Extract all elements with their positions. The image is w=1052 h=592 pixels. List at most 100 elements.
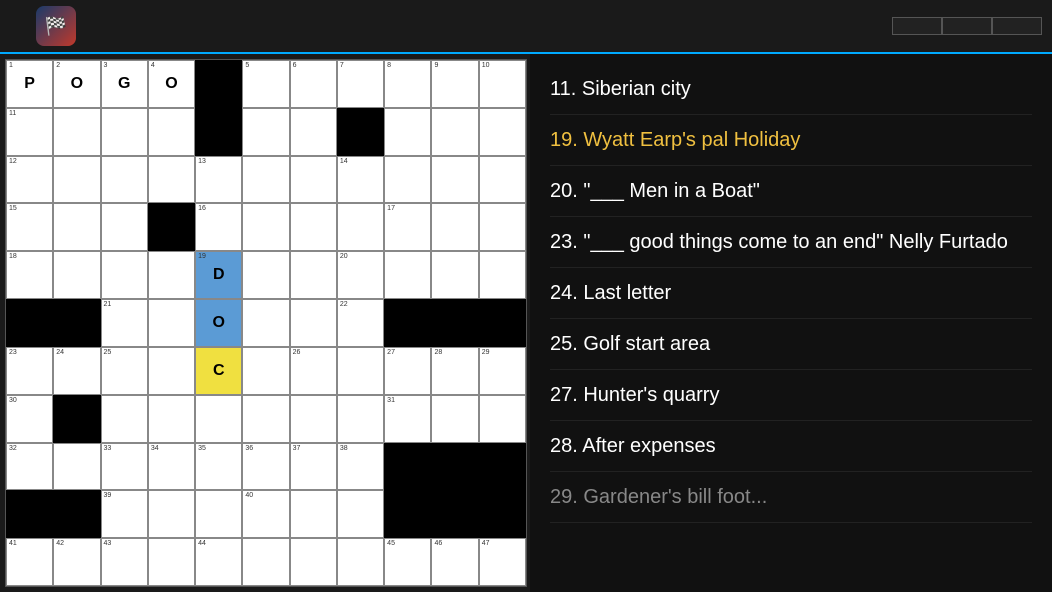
grid-cell-0-5[interactable]: 5 [242,60,289,108]
grid-cell-9-2[interactable]: 39 [101,490,148,538]
grid-cell-6-4[interactable]: C [195,347,242,395]
grid-cell-9-7[interactable] [337,490,384,538]
grid-cell-5-2[interactable]: 21 [101,299,148,347]
clue-item-19[interactable]: 19. Wyatt Earp's pal Holiday [550,115,1032,166]
grid-cell-3-0[interactable]: 15 [6,203,53,251]
crossword-grid[interactable]: 1P2O3G4O5678910111213141516171819D2021O2… [5,59,527,587]
grid-cell-3-2[interactable] [101,203,148,251]
grid-cell-9-5[interactable]: 40 [242,490,289,538]
grid-cell-2-10[interactable] [479,156,526,204]
grid-cell-10-5[interactable] [242,538,289,586]
grid-cell-0-10[interactable]: 10 [479,60,526,108]
grid-cell-8-0[interactable]: 32 [6,443,53,491]
grid-cell-10-8[interactable]: 45 [384,538,431,586]
grid-cell-10-3[interactable] [148,538,195,586]
grid-cell-10-4[interactable]: 44 [195,538,242,586]
grid-cell-0-2[interactable]: 3G [101,60,148,108]
grid-cell-5-3[interactable] [148,299,195,347]
grid-cell-6-10[interactable]: 29 [479,347,526,395]
clue-item-29[interactable]: 29. Gardener's bill foot... [550,472,1032,523]
grid-cell-3-10[interactable] [479,203,526,251]
grid-cell-4-6[interactable] [290,251,337,299]
grid-cell-7-3[interactable] [148,395,195,443]
grid-cell-0-9[interactable]: 9 [431,60,478,108]
grid-cell-3-9[interactable] [431,203,478,251]
grid-cell-8-5[interactable]: 36 [242,443,289,491]
grid-cell-6-6[interactable]: 26 [290,347,337,395]
grid-cell-4-10[interactable] [479,251,526,299]
grid-cell-1-6[interactable] [290,108,337,156]
grid-cell-6-7[interactable] [337,347,384,395]
grid-cell-4-1[interactable] [53,251,100,299]
grid-cell-8-1[interactable] [53,443,100,491]
grid-cell-8-3[interactable]: 34 [148,443,195,491]
grid-cell-1-0[interactable]: 11 [6,108,53,156]
grid-cell-2-7[interactable]: 14 [337,156,384,204]
clue-list-button[interactable] [942,17,992,35]
grid-cell-10-2[interactable]: 43 [101,538,148,586]
grid-cell-2-8[interactable] [384,156,431,204]
clue-item-20[interactable]: 20. "___ Men in a Boat" [550,166,1032,217]
grid-cell-1-10[interactable] [479,108,526,156]
grid-cell-0-6[interactable]: 6 [290,60,337,108]
grid-cell-5-4[interactable]: O [195,299,242,347]
grid-cell-6-9[interactable]: 28 [431,347,478,395]
grid-cell-1-9[interactable] [431,108,478,156]
grid-cell-1-8[interactable] [384,108,431,156]
grid-cell-8-7[interactable]: 38 [337,443,384,491]
grid-cell-7-6[interactable] [290,395,337,443]
grid-cell-2-3[interactable] [148,156,195,204]
grid-cell-2-1[interactable] [53,156,100,204]
grid-cell-6-8[interactable]: 27 [384,347,431,395]
grid-cell-3-6[interactable] [290,203,337,251]
grid-cell-1-5[interactable] [242,108,289,156]
grid-cell-3-7[interactable] [337,203,384,251]
clue-item-25[interactable]: 25. Golf start area [550,319,1032,370]
grid-cell-0-8[interactable]: 8 [384,60,431,108]
grid-cell-8-2[interactable]: 33 [101,443,148,491]
grid-cell-4-8[interactable] [384,251,431,299]
grid-cell-9-3[interactable] [148,490,195,538]
grid-cell-10-6[interactable] [290,538,337,586]
grid-cell-6-2[interactable]: 25 [101,347,148,395]
grid-cell-2-5[interactable] [242,156,289,204]
grid-cell-6-3[interactable] [148,347,195,395]
grid-cell-7-0[interactable]: 30 [6,395,53,443]
clue-item-11[interactable]: 11. Siberian city [550,64,1032,115]
reveal-button[interactable] [992,17,1042,35]
grid-cell-10-9[interactable]: 46 [431,538,478,586]
clue-list[interactable]: 11. Siberian city19. Wyatt Earp's pal Ho… [530,54,1052,592]
grid-cell-4-0[interactable]: 18 [6,251,53,299]
grid-cell-7-9[interactable] [431,395,478,443]
grid-cell-1-3[interactable] [148,108,195,156]
grid-cell-8-6[interactable]: 37 [290,443,337,491]
grid-cell-9-4[interactable] [195,490,242,538]
grid-cell-7-8[interactable]: 31 [384,395,431,443]
grid-cell-4-4[interactable]: 19D [195,251,242,299]
grid-cell-2-2[interactable] [101,156,148,204]
grid-cell-4-7[interactable]: 20 [337,251,384,299]
grid-cell-4-2[interactable] [101,251,148,299]
grid-cell-3-5[interactable] [242,203,289,251]
grid-cell-10-7[interactable] [337,538,384,586]
grid-cell-10-1[interactable]: 42 [53,538,100,586]
grid-cell-2-6[interactable] [290,156,337,204]
grid-cell-5-6[interactable] [290,299,337,347]
grid-cell-0-3[interactable]: 4O [148,60,195,108]
grid-cell-1-2[interactable] [101,108,148,156]
back-button[interactable] [10,22,26,30]
clue-item-27[interactable]: 27. Hunter's quarry [550,370,1032,421]
grid-cell-2-4[interactable]: 13 [195,156,242,204]
grid-cell-7-5[interactable] [242,395,289,443]
grid-cell-10-0[interactable]: 41 [6,538,53,586]
grid-cell-8-4[interactable]: 35 [195,443,242,491]
grid-cell-5-7[interactable]: 22 [337,299,384,347]
check-button[interactable] [892,17,942,35]
grid-cell-3-4[interactable]: 16 [195,203,242,251]
grid-cell-2-0[interactable]: 12 [6,156,53,204]
grid-cell-9-6[interactable] [290,490,337,538]
clue-item-28[interactable]: 28. After expenses [550,421,1032,472]
grid-cell-3-1[interactable] [53,203,100,251]
grid-cell-1-1[interactable] [53,108,100,156]
grid-cell-7-4[interactable] [195,395,242,443]
